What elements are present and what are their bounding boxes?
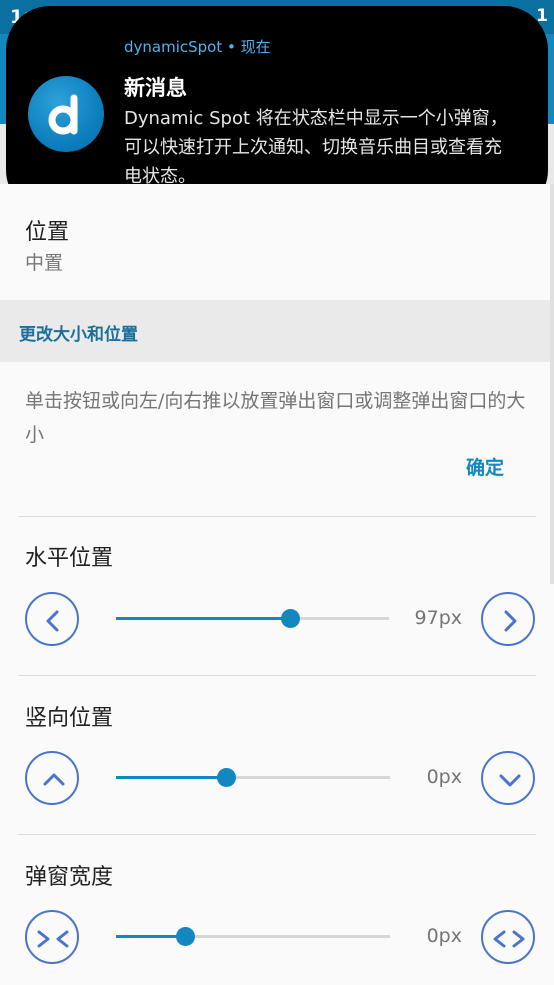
- slider-fill: [116, 617, 290, 620]
- chevron-left-icon: [46, 610, 59, 632]
- confirm-button[interactable]: 确定: [466, 453, 504, 480]
- description-text: 单击按钮或向左/向右推以放置弹出窗口或调整弹出窗口的大小: [25, 390, 526, 446]
- position-preference[interactable]: 位置 中置: [0, 184, 554, 300]
- heads-up-notification[interactable]: dynamicSpot • 现在 新消息 Dynamic Spot 将在状态栏中…: [6, 6, 548, 214]
- category-header: 更改大小和位置: [0, 300, 554, 362]
- divider: [18, 516, 536, 517]
- notification-body: Dynamic Spot 将在状态栏中显示一个小弹窗，可以快速打开上次通知、切换…: [124, 108, 508, 187]
- chevron-left-button[interactable]: [25, 592, 79, 646]
- chevron-down-icon: [499, 774, 521, 787]
- scrollbar[interactable]: [550, 184, 554, 584]
- position-title: 位置: [25, 220, 70, 245]
- position-value: 中置: [25, 252, 64, 274]
- slider-fill: [116, 776, 226, 779]
- category-title: 更改大小和位置: [19, 325, 138, 345]
- notification-title: 新消息: [124, 76, 187, 100]
- slider-thumb[interactable]: [176, 927, 195, 946]
- popup-width-value: 0px: [426, 925, 462, 947]
- chevron-right-button[interactable]: [481, 592, 535, 646]
- vertical-position-value: 0px: [426, 766, 462, 788]
- chevron-up-button[interactable]: [25, 751, 79, 805]
- divider: [18, 834, 536, 835]
- slider-fill: [116, 935, 185, 938]
- divider: [18, 675, 536, 676]
- popup-width-slider[interactable]: [116, 927, 390, 946]
- vertical-position-title: 竖向位置: [25, 706, 114, 731]
- slider-thumb[interactable]: [217, 768, 236, 787]
- horizontal-position-value: 97px: [414, 607, 462, 629]
- vertical-position-slider[interactable]: [116, 768, 390, 787]
- expand-width-button[interactable]: [481, 910, 535, 964]
- chevron-up-icon: [43, 773, 65, 786]
- chevron-right-icon: [504, 610, 517, 632]
- popup-width-title: 弹窗宽度: [25, 865, 114, 890]
- expand-width-icon: [493, 930, 525, 948]
- horizontal-position-title: 水平位置: [25, 546, 114, 571]
- shrink-width-icon: [37, 930, 69, 948]
- chevron-down-button[interactable]: [481, 751, 535, 805]
- dynamic-spot-logo-icon: [28, 76, 104, 152]
- shrink-width-button[interactable]: [25, 910, 79, 964]
- slider-thumb[interactable]: [281, 609, 300, 628]
- notification-app-name: dynamicSpot • 现在: [124, 38, 271, 56]
- horizontal-position-slider[interactable]: [116, 609, 389, 628]
